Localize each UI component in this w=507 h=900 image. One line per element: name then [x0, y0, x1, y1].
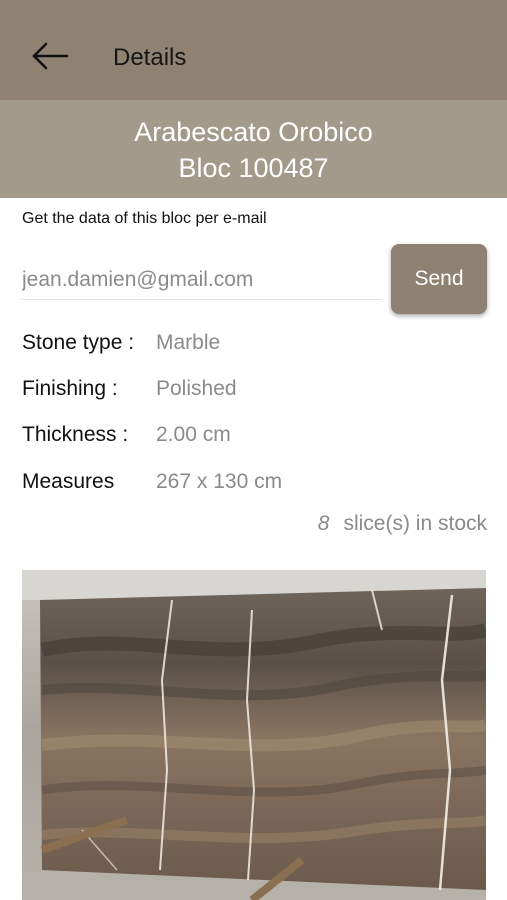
send-button[interactable]: Send — [391, 244, 487, 314]
marble-slab-image — [22, 570, 486, 900]
thickness-label: Thickness : — [22, 423, 129, 446]
stock-info: 8 slice(s) in stock — [318, 512, 487, 536]
finishing-value: Polished — [156, 377, 237, 400]
stock-label: slice(s) in stock — [343, 512, 487, 535]
email-input[interactable] — [20, 260, 382, 300]
stock-count: 8 — [317, 512, 330, 535]
bloc-number: Bloc 100487 — [178, 153, 329, 183]
measures-label: Measures — [22, 470, 115, 493]
bloc-photo[interactable] — [22, 570, 486, 900]
thickness-value: 2.00 cm — [156, 423, 231, 446]
bloc-title-banner: Arabescato Orobico Bloc 100487 — [0, 100, 507, 198]
email-section-label: Get the data of this bloc per e-mail — [22, 210, 267, 227]
top-app-bar: Details — [0, 0, 507, 100]
page-title: Details — [113, 44, 187, 71]
stone-name: Arabescato Orobico — [134, 117, 373, 147]
stone-type-value: Marble — [156, 331, 221, 354]
back-button[interactable] — [28, 38, 72, 78]
stone-type-label: Stone type : — [22, 331, 135, 354]
arrow-left-icon — [31, 42, 69, 75]
measures-value: 267 x 130 cm — [156, 470, 283, 493]
finishing-label: Finishing : — [22, 377, 118, 400]
